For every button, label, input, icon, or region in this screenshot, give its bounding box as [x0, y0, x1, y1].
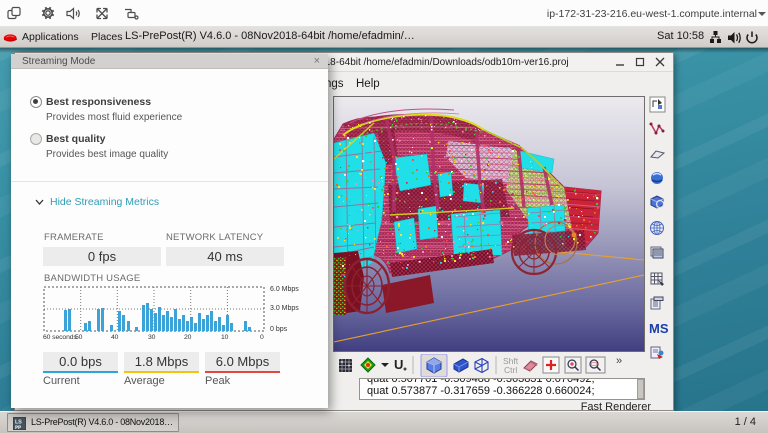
svg-text:»: » — [616, 355, 622, 367]
svg-text:PP: PP — [15, 424, 22, 430]
svg-text:U: U — [394, 357, 403, 372]
svg-text:Ctrl: Ctrl — [504, 365, 517, 375]
svg-text:MS: MS — [649, 321, 669, 336]
